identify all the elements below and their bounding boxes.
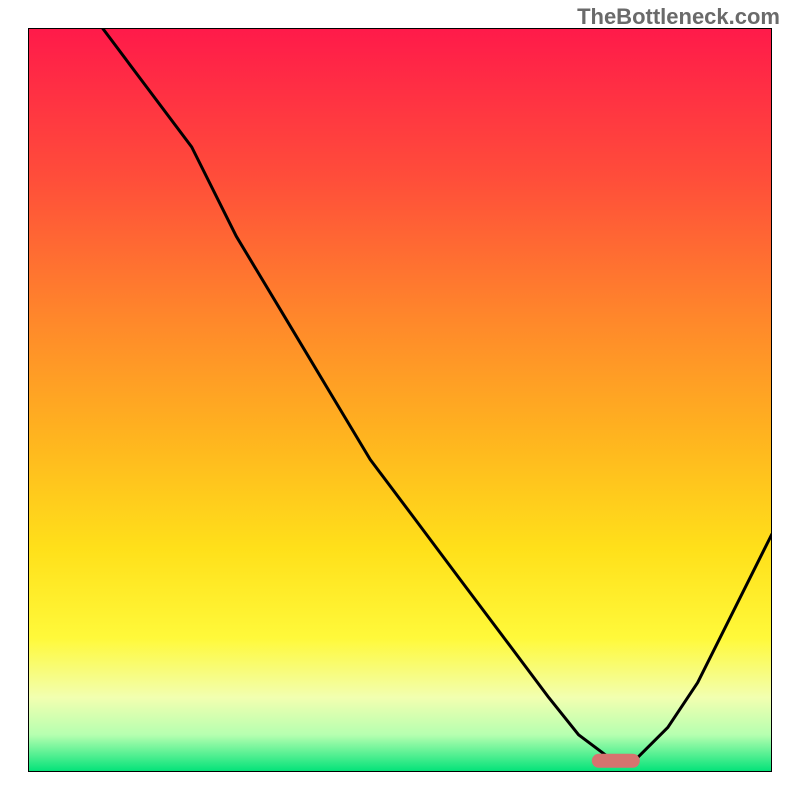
plot-background: [28, 28, 772, 772]
watermark-label: TheBottleneck.com: [577, 4, 780, 30]
optimal-marker: [592, 754, 640, 768]
chart-svg: [28, 28, 772, 772]
bottleneck-chart: [28, 28, 772, 772]
